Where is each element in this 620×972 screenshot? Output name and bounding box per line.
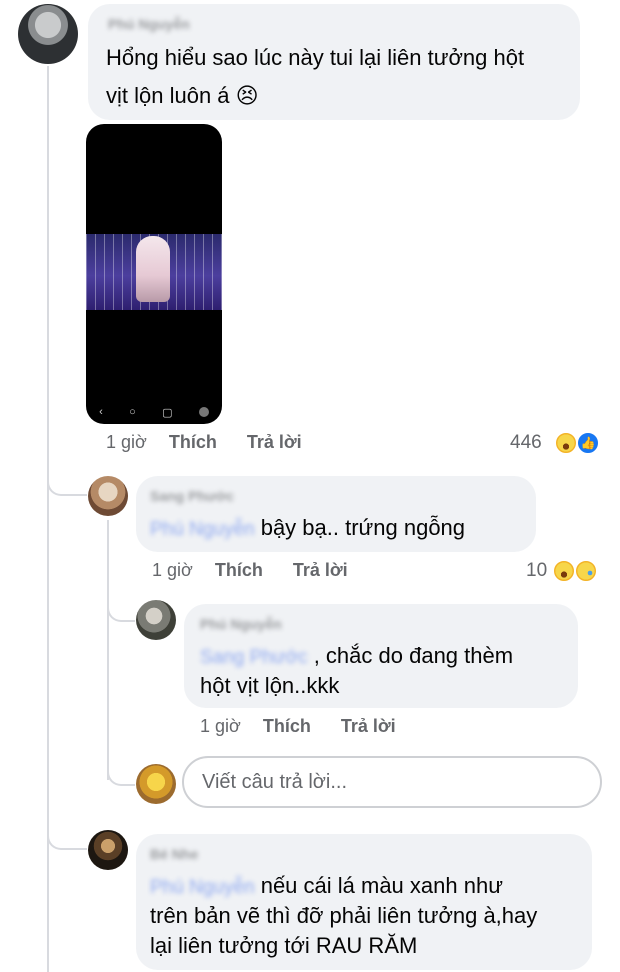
reaction-count-1[interactable]: 446 <box>510 432 542 454</box>
video-attachment[interactable]: ‹ ○ ▢ <box>86 124 222 424</box>
comment-text-3-line-1: Sang Phước , chắc do đang thèm <box>200 640 513 674</box>
like-button-2[interactable]: Thích <box>215 560 263 581</box>
comment-author-1[interactable]: Phú Nguyễn <box>108 16 190 32</box>
haha-icon <box>552 559 576 583</box>
video-corner-dot <box>198 407 209 417</box>
thread-connector-reply-2 <box>107 596 135 622</box>
comment-text-4-body: nếu cái lá màu xanh như <box>260 873 503 898</box>
comment-text-4-line-2: trên bản vẽ thì đỡ phải liên tưởng à,hay <box>150 903 538 928</box>
comment-author-4[interactable]: Bé Nhe <box>150 846 198 862</box>
comment-time-2[interactable]: 1 giờ <box>152 560 193 581</box>
thread-connector-reply-1 <box>47 470 87 496</box>
like-button-1[interactable]: Thích <box>169 432 217 453</box>
comment-text-4-line-3: lại liên tưởng tới RAU RĂM <box>150 933 418 958</box>
comment-author-3[interactable]: Phú Nguyễn <box>200 616 282 632</box>
comment-text-4-line-1: Phú Nguyễn nếu cái lá màu xanh như <box>150 870 503 904</box>
comment-author-2[interactable]: Sang Phước <box>150 488 234 504</box>
comment-text-2: Phú Nguyễn bậy bạ.. trứng ngỗng <box>150 512 465 546</box>
reply-input[interactable]: Viết câu trả lời... <box>182 756 602 808</box>
avatar-commenter-2[interactable] <box>88 476 128 516</box>
comment-text-2-body: bậy bạ.. trứng ngỗng <box>260 515 466 540</box>
reply-button-3[interactable]: Trả lời <box>341 716 396 737</box>
like-icon: 👍 <box>576 431 600 455</box>
mention-tag-2[interactable]: Phú Nguyễn <box>150 514 255 546</box>
comment-bubble-2: Sang Phước Phú Nguyễn bậy bạ.. trứng ngỗ… <box>136 476 536 552</box>
comment-bubble-3: Phú Nguyễn Sang Phước , chắc do đang thè… <box>184 604 578 708</box>
comment-meta-1: 1 giờ Thích Trả lời <box>106 432 332 453</box>
comment-text-3-line-2: hột vịt lộn..kkk <box>200 673 340 698</box>
comment-time-1[interactable]: 1 giờ <box>106 432 147 453</box>
thread-line-nested <box>107 520 109 780</box>
back-icon: ‹ <box>99 406 103 418</box>
video-figure <box>136 236 170 302</box>
thread-connector-reply-box <box>107 760 135 786</box>
avatar-commenter-3[interactable] <box>136 600 176 640</box>
comment-time-3[interactable]: 1 giờ <box>200 716 241 737</box>
comment-text-1-line-2: vịt lộn luôn á 😣 <box>106 83 259 108</box>
comment-bubble-1: Phú Nguyễn Hổng hiểu sao lúc này tui lại… <box>88 4 580 120</box>
avatar-current-user <box>136 764 176 804</box>
reply-button-2[interactable]: Trả lời <box>293 560 348 581</box>
reply-button-1[interactable]: Trả lời <box>247 432 302 453</box>
video-nav-bar: ‹ ○ ▢ <box>86 400 222 424</box>
comment-text-1-line-1: Hổng hiểu sao lúc này tui lại liên tưởng… <box>106 45 525 70</box>
comment-meta-3: 1 giờ Thích Trả lời <box>200 716 426 737</box>
recent-apps-icon: ▢ <box>162 406 173 419</box>
like-button-3[interactable]: Thích <box>263 716 311 737</box>
reaction-count-2[interactable]: 10 <box>526 560 547 582</box>
comment-meta-2: 1 giờ Thích Trả lời <box>152 560 378 581</box>
comment-bubble-4: Bé Nhe Phú Nguyễn nếu cái lá màu xanh nh… <box>136 834 592 970</box>
sad-icon <box>574 559 598 583</box>
comment-text-3-body: , chắc do đang thèm <box>313 643 514 668</box>
haha-icon <box>554 431 578 455</box>
thread-connector-reply-3 <box>47 822 87 850</box>
avatar-commenter-1[interactable] <box>18 4 78 64</box>
home-icon: ○ <box>129 406 136 418</box>
avatar-commenter-4[interactable] <box>88 830 128 870</box>
